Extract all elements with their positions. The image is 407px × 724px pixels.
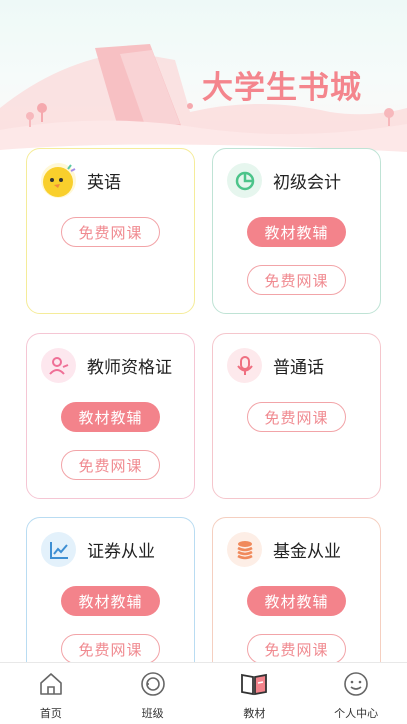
card-title: 普通话 xyxy=(273,358,324,378)
line-chart-icon xyxy=(41,532,76,567)
textbook-button[interactable]: 教材教辅 xyxy=(61,586,160,616)
card-title: 证券从业 xyxy=(87,542,155,562)
class-icon xyxy=(138,669,168,699)
tab-home[interactable]: 首页 xyxy=(0,663,102,724)
card-teacher-cert[interactable]: 教师资格证 教材教辅 免费网课 xyxy=(26,333,195,499)
card-mandarin[interactable]: 普通话 免费网课 xyxy=(212,333,381,499)
pie-chart-icon xyxy=(227,163,262,198)
card-title: 初级会计 xyxy=(273,173,341,193)
coins-icon xyxy=(227,532,262,567)
chick-icon xyxy=(41,163,76,198)
smile-icon xyxy=(341,669,371,699)
textbook-button[interactable]: 教材教辅 xyxy=(247,217,346,247)
tab-label: 教材 xyxy=(243,707,266,720)
home-icon xyxy=(36,669,66,699)
card-title: 基金从业 xyxy=(273,542,341,562)
teacher-icon xyxy=(41,348,76,383)
tab-profile[interactable]: 个人中心 xyxy=(305,663,407,724)
tab-label: 首页 xyxy=(39,707,62,720)
card-english[interactable]: 英语 免费网课 xyxy=(26,148,195,314)
free-course-button[interactable]: 免费网课 xyxy=(61,217,160,247)
card-securities[interactable]: 证券从业 教材教辅 免费网课 xyxy=(26,517,195,662)
microphone-icon xyxy=(227,348,262,383)
card-title: 英语 xyxy=(87,173,121,193)
tab-label: 个人中心 xyxy=(334,707,379,720)
tab-label: 班级 xyxy=(141,707,164,720)
free-course-button[interactable]: 免费网课 xyxy=(247,402,346,432)
textbook-button[interactable]: 教材教辅 xyxy=(61,402,160,432)
free-course-button[interactable]: 免费网课 xyxy=(247,265,346,295)
book-icon xyxy=(239,669,269,699)
card-accounting[interactable]: 初级会计 教材教辅 免费网课 xyxy=(212,148,381,314)
bottom-tab-bar: 首页 班级 教材 个人中心 xyxy=(0,662,407,724)
tab-class[interactable]: 班级 xyxy=(102,663,204,724)
free-course-button[interactable]: 免费网课 xyxy=(61,634,160,662)
category-grid: 英语 免费网课 初级会计 教材教辅 免费网课 教师资格证 教材教辅 免费网课 普… xyxy=(0,0,407,662)
card-fund[interactable]: 基金从业 教材教辅 免费网课 xyxy=(212,517,381,662)
tab-textbooks[interactable]: 教材 xyxy=(204,663,306,724)
card-title: 教师资格证 xyxy=(87,358,172,378)
free-course-button[interactable]: 免费网课 xyxy=(247,634,346,662)
free-course-button[interactable]: 免费网课 xyxy=(61,450,160,480)
textbook-button[interactable]: 教材教辅 xyxy=(247,586,346,616)
